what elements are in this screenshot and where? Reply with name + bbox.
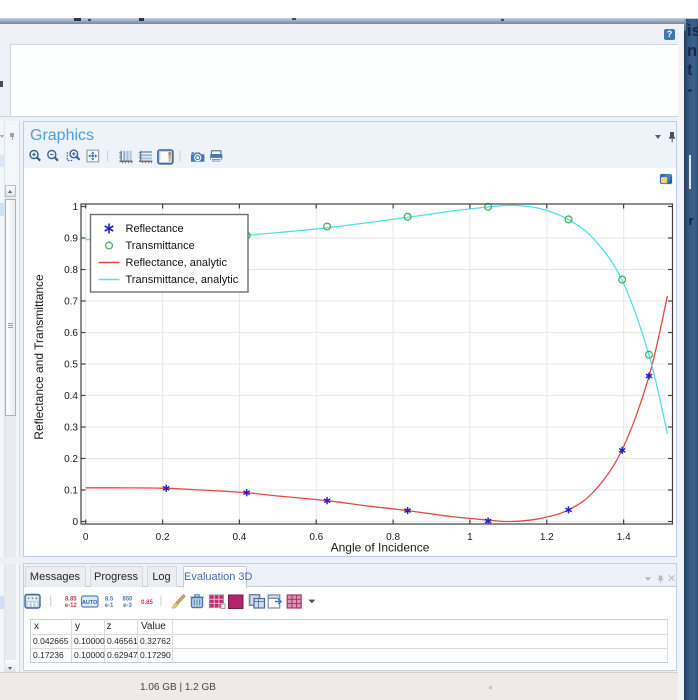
- svg-text:0.9: 0.9: [64, 233, 78, 244]
- svg-text:AUTO: AUTO: [82, 600, 98, 606]
- svg-text:e-3: e-3: [123, 603, 132, 609]
- svg-text:1.2: 1.2: [540, 532, 554, 543]
- svg-text:Reflectance: Reflectance: [126, 223, 184, 235]
- svg-text:0.1: 0.1: [64, 485, 78, 496]
- svg-text:Transmittance, analytic: Transmittance, analytic: [126, 274, 239, 286]
- svg-text:0.2: 0.2: [156, 532, 170, 543]
- svg-text:0.5: 0.5: [64, 359, 78, 370]
- svg-text:1: 1: [72, 202, 78, 213]
- svg-text:0.7: 0.7: [64, 296, 78, 307]
- svg-text:Reflectance and Transmittance: Reflectance and Transmittance: [32, 274, 46, 440]
- svg-text:0: 0: [72, 517, 78, 528]
- svg-text:850: 850: [122, 597, 133, 603]
- svg-text:1.4: 1.4: [617, 532, 631, 543]
- svg-text:0.85: 0.85: [141, 600, 153, 606]
- svg-text:0.3: 0.3: [64, 422, 78, 433]
- svg-text:8.85: 8.85: [65, 597, 77, 603]
- svg-text:e-12: e-12: [65, 603, 78, 609]
- svg-text:0.4: 0.4: [64, 391, 78, 402]
- svg-text:e-1: e-1: [105, 603, 114, 609]
- svg-text:0.6: 0.6: [64, 328, 78, 339]
- svg-text:0.2: 0.2: [64, 454, 78, 465]
- svg-text:Reflectance, analytic: Reflectance, analytic: [126, 257, 228, 269]
- svg-text:0: 0: [83, 532, 89, 543]
- svg-text:Transmittance: Transmittance: [126, 240, 195, 252]
- svg-text:8.5: 8.5: [105, 597, 114, 603]
- svg-text:0.8: 0.8: [64, 265, 78, 276]
- svg-text:0.4: 0.4: [232, 532, 246, 543]
- svg-text:Angle of Incidence: Angle of Incidence: [331, 541, 430, 555]
- svg-text:0.6: 0.6: [309, 532, 323, 543]
- svg-text:1: 1: [467, 532, 473, 543]
